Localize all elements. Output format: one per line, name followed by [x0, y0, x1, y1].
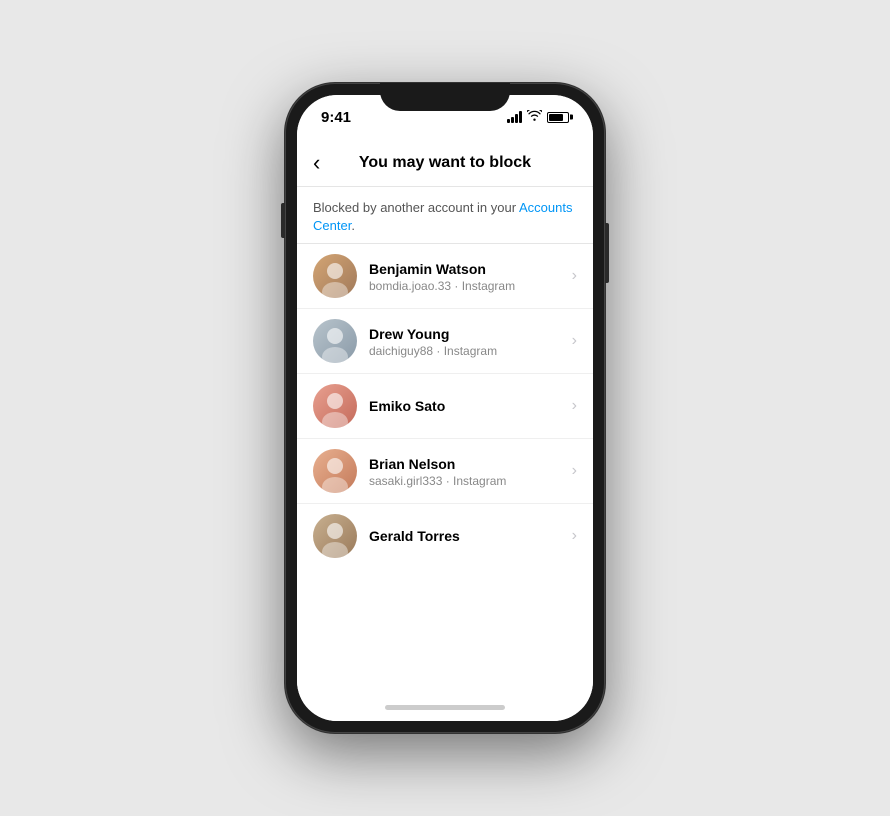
- user-item-emiko-sato[interactable]: Emiko Sato ›: [297, 374, 593, 439]
- avatar-brian-nelson: [313, 449, 357, 493]
- battery-icon: [547, 112, 569, 123]
- wifi-icon: [527, 110, 542, 124]
- home-bar: [385, 705, 505, 710]
- user-name-gerald-torres: Gerald Torres: [369, 527, 564, 545]
- nav-bar: ‹ You may want to block: [297, 139, 593, 187]
- user-info-emiko-sato: Emiko Sato: [369, 397, 564, 415]
- chevron-icon-brian-nelson: ›: [572, 462, 577, 480]
- user-handle-brian-nelson: sasaki.girl333 · Instagram: [369, 474, 564, 488]
- phone-frame: 9:41: [285, 83, 605, 733]
- user-item-drew-young[interactable]: Drew Youngdaichiguy88 · Instagram ›: [297, 309, 593, 374]
- user-handle-benjamin-watson: bomdia.joao.33 · Instagram: [369, 279, 564, 293]
- subtitle-after-link: .: [351, 218, 355, 233]
- main-content: Blocked by another account in your Accou…: [297, 187, 593, 693]
- notch: [380, 83, 510, 111]
- user-item-gerald-torres[interactable]: Gerald Torres ›: [297, 504, 593, 568]
- status-time: 9:41: [321, 109, 351, 126]
- user-name-drew-young: Drew Young: [369, 325, 564, 343]
- signal-icon: [507, 111, 522, 123]
- chevron-icon-benjamin-watson: ›: [572, 267, 577, 285]
- chevron-icon-gerald-torres: ›: [572, 527, 577, 545]
- user-name-brian-nelson: Brian Nelson: [369, 455, 564, 473]
- status-icons: [507, 110, 569, 124]
- subtitle-text: Blocked by another account in your Accou…: [313, 199, 577, 235]
- user-info-benjamin-watson: Benjamin Watsonbomdia.joao.33 · Instagra…: [369, 260, 564, 293]
- page-title: You may want to block: [359, 154, 531, 172]
- user-list: Benjamin Watsonbomdia.joao.33 · Instagra…: [297, 244, 593, 568]
- subtitle-section: Blocked by another account in your Accou…: [297, 187, 593, 244]
- user-info-gerald-torres: Gerald Torres: [369, 527, 564, 545]
- avatar-emiko-sato: [313, 384, 357, 428]
- avatar-gerald-torres: [313, 514, 357, 558]
- avatar-drew-young: [313, 319, 357, 363]
- phone-screen: 9:41: [297, 95, 593, 721]
- back-button[interactable]: ‹: [313, 152, 320, 174]
- chevron-icon-drew-young: ›: [572, 332, 577, 350]
- home-indicator: [297, 693, 593, 721]
- chevron-icon-emiko-sato: ›: [572, 397, 577, 415]
- user-info-drew-young: Drew Youngdaichiguy88 · Instagram: [369, 325, 564, 358]
- user-name-emiko-sato: Emiko Sato: [369, 397, 564, 415]
- subtitle-before-link: Blocked by another account in your: [313, 200, 519, 215]
- user-item-benjamin-watson[interactable]: Benjamin Watsonbomdia.joao.33 · Instagra…: [297, 244, 593, 309]
- user-item-brian-nelson[interactable]: Brian Nelsonsasaki.girl333 · Instagram ›: [297, 439, 593, 504]
- user-name-benjamin-watson: Benjamin Watson: [369, 260, 564, 278]
- user-handle-drew-young: daichiguy88 · Instagram: [369, 344, 564, 358]
- user-info-brian-nelson: Brian Nelsonsasaki.girl333 · Instagram: [369, 455, 564, 488]
- avatar-benjamin-watson: [313, 254, 357, 298]
